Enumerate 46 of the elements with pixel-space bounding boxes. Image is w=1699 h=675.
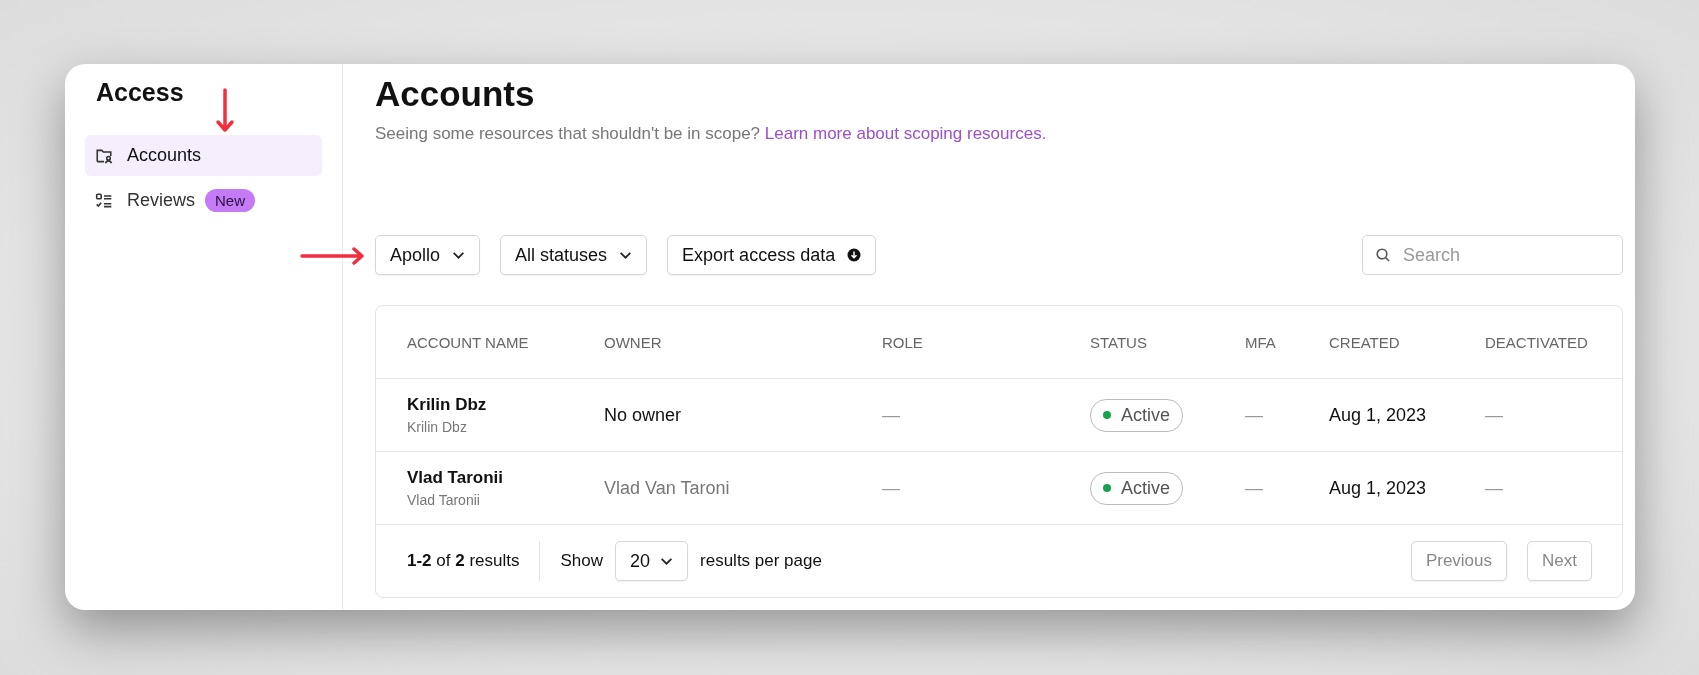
annotation-arrow bbox=[300, 246, 366, 266]
role-cell-text: — bbox=[882, 404, 901, 426]
column-header: STATUS bbox=[1090, 333, 1148, 351]
owner-cell-text: Vlad Van Taroni bbox=[604, 477, 731, 499]
column-header: ROLE bbox=[882, 333, 924, 351]
column-header: DEACTIVATED bbox=[1485, 333, 1589, 351]
download-icon bbox=[847, 248, 862, 262]
page-size-dropdown[interactable]: 20 bbox=[615, 541, 689, 581]
search-field[interactable]: Search bbox=[1362, 235, 1623, 275]
sidebar-item[interactable]: Reviews New bbox=[85, 180, 322, 221]
sidebar-item[interactable]: Accounts bbox=[85, 135, 322, 176]
mfa-cell-text: — bbox=[1245, 404, 1264, 426]
results-summary: 1-2 of 2 results bbox=[407, 551, 520, 571]
filter-dropdown[interactable]: All statuses bbox=[500, 235, 648, 275]
account-subname: Krilin Dbz bbox=[407, 419, 468, 435]
account-name: Vlad Taronii bbox=[407, 468, 505, 488]
annotation-arrow bbox=[215, 88, 235, 134]
filter-dropdown[interactable]: Apollo bbox=[375, 235, 481, 275]
chevron-down-icon bbox=[452, 250, 466, 260]
column-header: CREATED bbox=[1329, 333, 1401, 351]
account-subname: Vlad Taronii bbox=[407, 492, 481, 508]
status-pill: Active bbox=[1090, 398, 1184, 432]
mfa-cell-text: — bbox=[1245, 477, 1264, 499]
deactivated-cell-text: — bbox=[1485, 477, 1504, 499]
page-subtitle: Seeing some resources that shouldn't be in scope? Learn more about scoping resources. bbox=[375, 124, 1048, 144]
scoping-link[interactable]: Learn more about scoping resources. bbox=[764, 124, 1047, 143]
created-cell-text: Aug 1, 2023 bbox=[1329, 477, 1428, 499]
created-cell-text: Aug 1, 2023 bbox=[1329, 404, 1428, 426]
new-badge: New bbox=[205, 189, 256, 212]
column-header: ACCOUNT NAME bbox=[407, 333, 530, 351]
page-title: Accounts bbox=[375, 74, 536, 114]
account-name: Krilin Dbz bbox=[407, 395, 488, 415]
role-cell-text: — bbox=[882, 477, 901, 499]
search-icon bbox=[1375, 247, 1391, 263]
chevron-down-icon bbox=[660, 556, 674, 566]
owner-cell-text: No owner bbox=[604, 404, 683, 426]
deactivated-cell-text: — bbox=[1485, 404, 1504, 426]
chevron-down-icon bbox=[619, 250, 633, 260]
export-button[interactable]: Export access data bbox=[667, 235, 877, 275]
checklist-icon bbox=[95, 191, 113, 210]
per-page-label: results per page bbox=[700, 551, 822, 571]
column-header: OWNER bbox=[604, 333, 663, 351]
sidebar-title: Access bbox=[96, 78, 184, 107]
column-header: MFA bbox=[1245, 333, 1277, 351]
status-pill: Active bbox=[1090, 471, 1184, 505]
show-label: Show bbox=[560, 551, 603, 571]
